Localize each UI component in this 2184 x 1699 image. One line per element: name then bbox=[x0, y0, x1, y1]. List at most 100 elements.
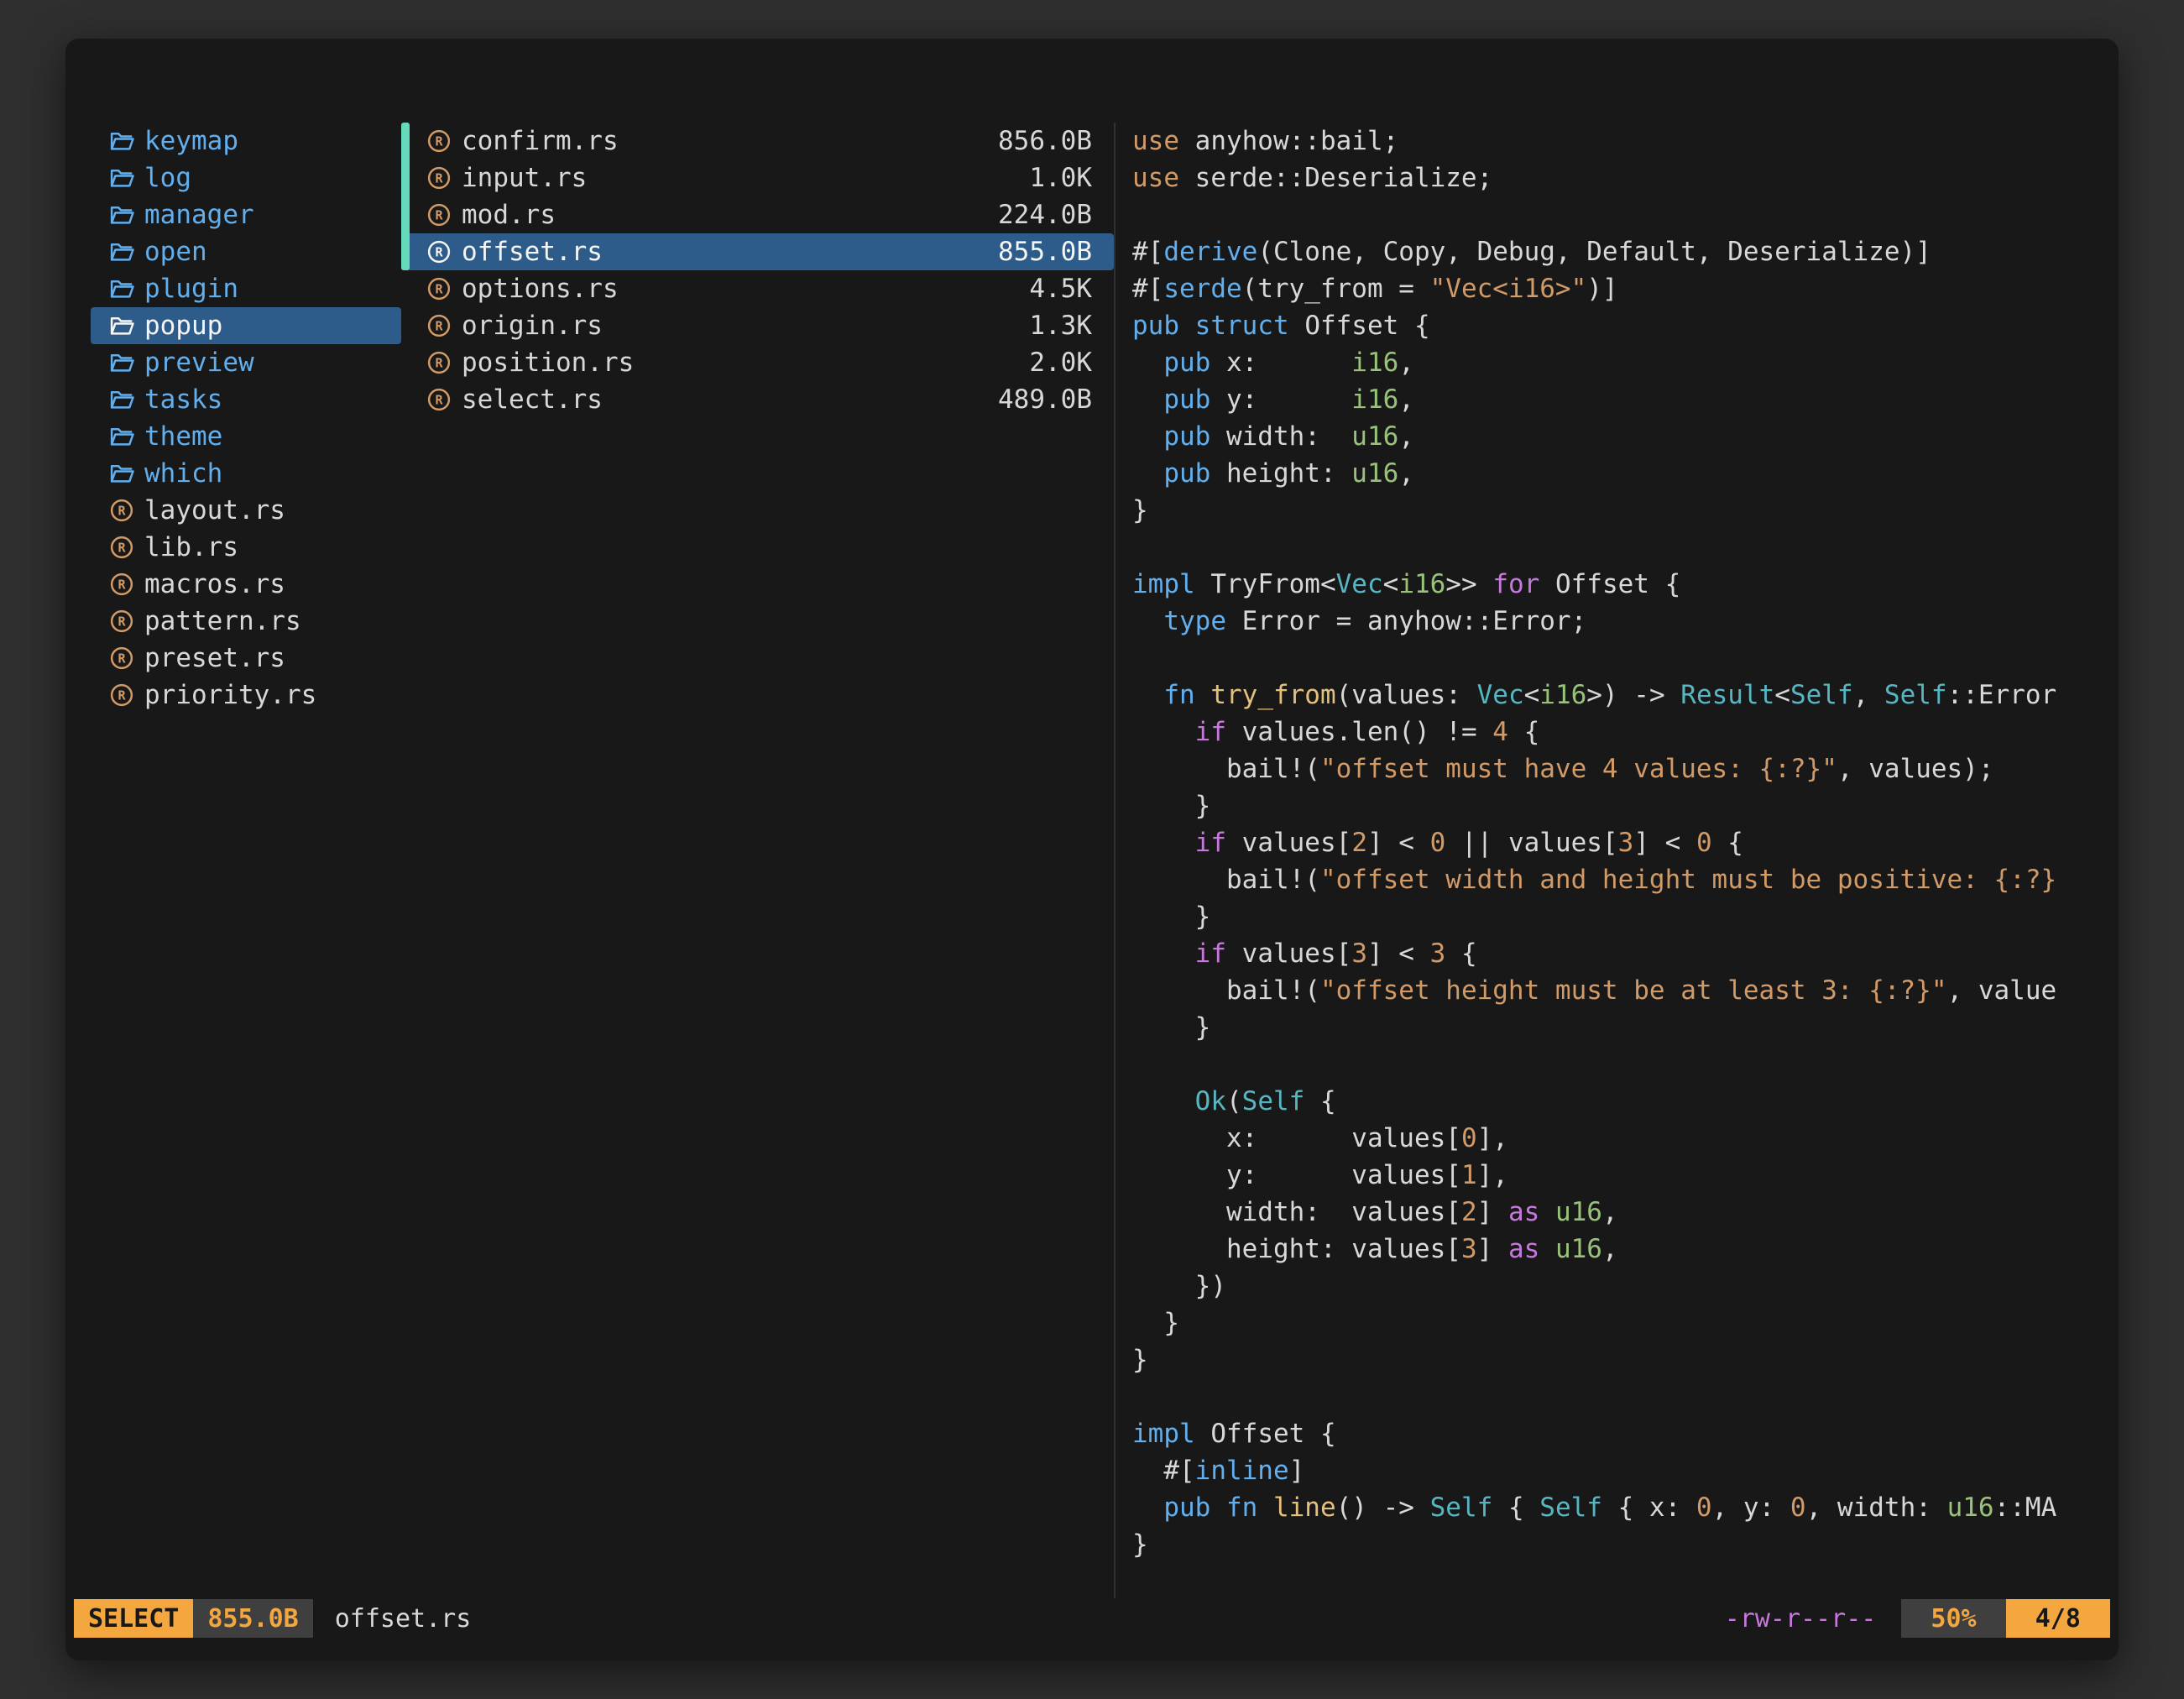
code-line: pub height: u16, bbox=[1132, 455, 2119, 492]
code-line bbox=[1132, 1378, 2119, 1415]
sidebar-item-macros-rs[interactable]: Rmacros.rs bbox=[91, 566, 401, 603]
file-name: confirm.rs bbox=[462, 126, 619, 156]
status-right-group: -rw-r--r-- 50% 4/8 bbox=[1725, 1599, 2110, 1638]
file-manager-window: keymaplog manager open plugin popuppreviewta… bbox=[65, 39, 2119, 1660]
code-line: } bbox=[1132, 492, 2119, 529]
sidebar-item-label: theme bbox=[144, 421, 222, 452]
folder-icon bbox=[109, 165, 134, 191]
sidebar-item-label: open bbox=[144, 237, 207, 267]
file-row-confirm-rs[interactable]: Rconfirm.rs856.0B bbox=[401, 123, 1114, 159]
file-row-origin-rs[interactable]: Rorigin.rs1.3K bbox=[401, 307, 1114, 344]
sidebar-item-label: layout.rs bbox=[144, 495, 285, 525]
file-name: input.rs bbox=[462, 163, 587, 193]
sidebar-item-pattern-rs[interactable]: Rpattern.rs bbox=[91, 603, 401, 640]
code-line: bail!("offset must have 4 values: {:?}",… bbox=[1132, 750, 2119, 787]
code-line: Ok(Self { bbox=[1132, 1083, 2119, 1120]
file-preview-pane: use anyhow::bail;use serde::Deserialize;… bbox=[1114, 123, 2119, 1598]
rust-file-icon: R bbox=[109, 498, 134, 523]
sidebar-item-log[interactable]: log bbox=[91, 159, 401, 196]
code-line: x: values[0], bbox=[1132, 1120, 2119, 1157]
sidebar-item-lib-rs[interactable]: Rlib.rs bbox=[91, 529, 401, 566]
code-line bbox=[1132, 196, 2119, 233]
sidebar-item-preset-rs[interactable]: Rpreset.rs bbox=[91, 640, 401, 677]
file-row-offset-rs[interactable]: Roffset.rs855.0B bbox=[401, 233, 1114, 270]
sidebar-item-label: preset.rs bbox=[144, 643, 285, 673]
folder-icon bbox=[109, 461, 134, 486]
file-size: 1.3K bbox=[1029, 311, 1092, 341]
file-size: 855.0B bbox=[998, 237, 1092, 267]
list-scrollbar bbox=[401, 123, 410, 270]
code-line bbox=[1132, 529, 2119, 566]
code-line: use anyhow::bail; bbox=[1132, 123, 2119, 159]
file-name: select.rs bbox=[462, 384, 603, 415]
sidebar-item-layout-rs[interactable]: Rlayout.rs bbox=[91, 492, 401, 529]
current-directory-pane: Rconfirm.rs856.0B Rinput.rs 1.0KRmod.rs224… bbox=[401, 123, 1114, 1598]
sidebar-item-keymap[interactable]: keymap bbox=[91, 123, 401, 159]
code-line: if values[2] < 0 || values[3] < 0 { bbox=[1132, 824, 2119, 861]
sidebar-item-manager[interactable]: manager bbox=[91, 196, 401, 233]
rust-file-icon: R bbox=[426, 313, 452, 338]
file-row-mod-rs[interactable]: Rmod.rs224.0B bbox=[401, 196, 1114, 233]
code-line: #[derive(Clone, Copy, Debug, Default, De… bbox=[1132, 233, 2119, 270]
code-line: bail!("offset width and height must be p… bbox=[1132, 861, 2119, 898]
code-line: type Error = anyhow::Error; bbox=[1132, 603, 2119, 640]
rust-file-icon: R bbox=[109, 535, 134, 560]
folder-icon bbox=[109, 424, 134, 449]
code-line: pub y: i16, bbox=[1132, 381, 2119, 418]
file-row-options-rs[interactable]: Roptions.rs4.5K bbox=[401, 270, 1114, 307]
file-size: 1.0K bbox=[1029, 163, 1092, 193]
file-size: 4.5K bbox=[1029, 274, 1092, 304]
sidebar-item-preview[interactable]: preview bbox=[91, 344, 401, 381]
code-line: fn try_from(values: Vec<i16>) -> Result<… bbox=[1132, 677, 2119, 714]
svg-text:R: R bbox=[435, 208, 443, 223]
svg-text:R: R bbox=[118, 651, 126, 667]
sidebar-item-which[interactable]: which bbox=[91, 455, 401, 492]
sidebar-item-tasks[interactable]: tasks bbox=[91, 381, 401, 418]
sidebar-item-priority-rs[interactable]: Rpriority.rs bbox=[91, 677, 401, 714]
svg-text:R: R bbox=[435, 356, 443, 371]
rust-file-icon: R bbox=[426, 387, 452, 412]
rust-file-icon: R bbox=[109, 572, 134, 597]
folder-icon bbox=[109, 202, 134, 227]
svg-text:R: R bbox=[118, 541, 126, 556]
code-line: } bbox=[1132, 787, 2119, 824]
code-line: #[inline] bbox=[1132, 1452, 2119, 1489]
file-size: 224.0B bbox=[998, 200, 1092, 230]
code-line: pub fn line() -> Self { Self { x: 0, y: … bbox=[1132, 1489, 2119, 1526]
code-line: } bbox=[1132, 1526, 2119, 1563]
sidebar-item-label: pattern.rs bbox=[144, 606, 301, 636]
rust-file-icon: R bbox=[109, 682, 134, 708]
code-line: if values[3] < 3 { bbox=[1132, 935, 2119, 972]
sidebar-item-plugin[interactable]: plugin bbox=[91, 270, 401, 307]
code-line bbox=[1132, 640, 2119, 677]
sidebar-item-popup[interactable]: popup bbox=[91, 307, 401, 344]
panes: keymaplog manager open plugin popuppreviewta… bbox=[65, 39, 2119, 1598]
code-line: use serde::Deserialize; bbox=[1132, 159, 2119, 196]
sidebar-item-open[interactable]: open bbox=[91, 233, 401, 270]
folder-icon bbox=[109, 387, 134, 412]
sidebar-item-label: plugin bbox=[144, 274, 238, 304]
scroll-percent-badge: 50% bbox=[1901, 1599, 2005, 1638]
sidebar-item-label: manager bbox=[144, 200, 254, 230]
code-line: pub x: i16, bbox=[1132, 344, 2119, 381]
rust-file-icon: R bbox=[426, 276, 452, 301]
file-row-input-rs[interactable]: Rinput.rs1.0K bbox=[401, 159, 1114, 196]
sidebar-item-label: which bbox=[144, 458, 222, 489]
code-line: }) bbox=[1132, 1268, 2119, 1304]
code-line bbox=[1132, 1046, 2119, 1083]
sidebar-item-theme[interactable]: theme bbox=[91, 418, 401, 455]
folder-icon bbox=[109, 128, 134, 154]
status-filename: offset.rs bbox=[335, 1604, 472, 1634]
svg-text:R: R bbox=[118, 504, 126, 519]
sidebar-item-label: lib.rs bbox=[144, 532, 238, 562]
folder-icon bbox=[109, 239, 134, 264]
code-line: } bbox=[1132, 898, 2119, 935]
code-line: if values.len() != 4 { bbox=[1132, 714, 2119, 750]
sidebar-item-label: popup bbox=[144, 311, 222, 341]
sidebar-item-label: keymap bbox=[144, 126, 238, 156]
file-row-select-rs[interactable]: Rselect.rs489.0B bbox=[401, 381, 1114, 418]
folder-icon bbox=[109, 350, 134, 375]
file-row-position-rs[interactable]: Rposition.rs2.0K bbox=[401, 344, 1114, 381]
svg-text:R: R bbox=[118, 614, 126, 630]
rust-file-icon: R bbox=[426, 239, 452, 264]
